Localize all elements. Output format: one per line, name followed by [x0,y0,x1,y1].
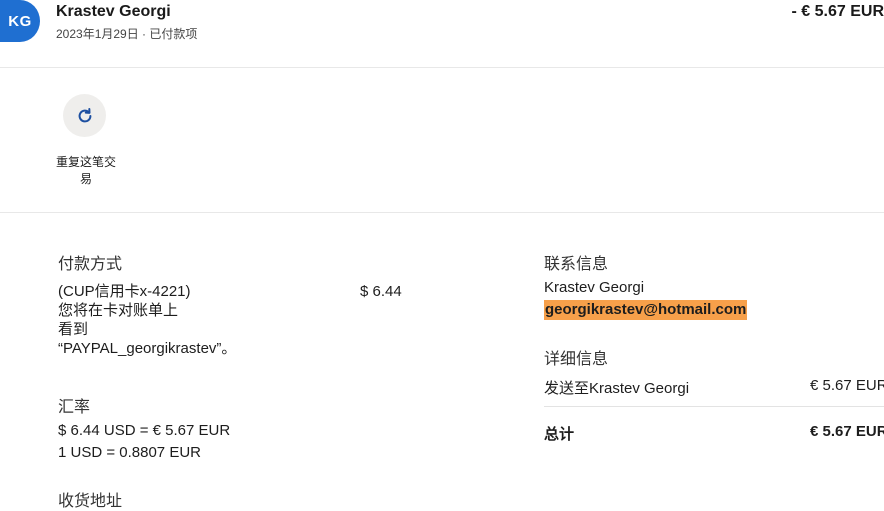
actions-divider [0,212,884,213]
transaction-date-status: 2023年1月29日 · 已付款项 [56,27,198,41]
total-amount: € 5.67 EUR [810,423,884,440]
payment-note-line: “PAYPAL_georgikrastev”。 [58,340,237,357]
repeat-transaction-button[interactable] [63,94,106,137]
sent-to-amount: € 5.67 EUR [810,377,884,394]
details-divider [544,406,884,407]
contact-info-title: 联系信息 [544,256,609,273]
details-title: 详细信息 [544,351,609,368]
avatar-initials: KG [8,12,32,30]
exchange-rate-unit: 1 USD = 0.8807 EUR [58,444,201,461]
exchange-rate-line: $ 6.44 USD = € 5.67 EUR [58,422,231,439]
counterparty-name: Krastev Georgi [56,3,171,20]
payment-method-details: (CUP信用卡x-4221) 您将在卡对账单上 看到 “PAYPAL_georg… [58,282,318,358]
contact-name: Krastev Georgi [544,279,645,296]
payment-note-line: 看到 [58,321,89,338]
total-label: 总计 [544,426,575,443]
payment-note-line: 您将在卡对账单上 [58,302,179,319]
exchange-rate-title: 汇率 [58,399,91,416]
transaction-amount: - € 5.67 EUR [791,3,884,20]
contact-email[interactable]: georgikrastev@hotmail.com [544,300,748,320]
refresh-icon [78,107,91,122]
header-divider [0,67,884,68]
payment-method-amount: $ 6.44 [360,283,402,300]
payment-method-card: (CUP信用卡x-4221) [58,283,191,300]
avatar: KG [0,0,40,42]
sent-to-label: 发送至Krastev Georgi [544,380,690,397]
repeat-transaction-label[interactable]: 重复这笔交易 [52,154,120,188]
shipping-address-title: 收货地址 [58,493,123,510]
payment-method-title: 付款方式 [58,256,123,273]
